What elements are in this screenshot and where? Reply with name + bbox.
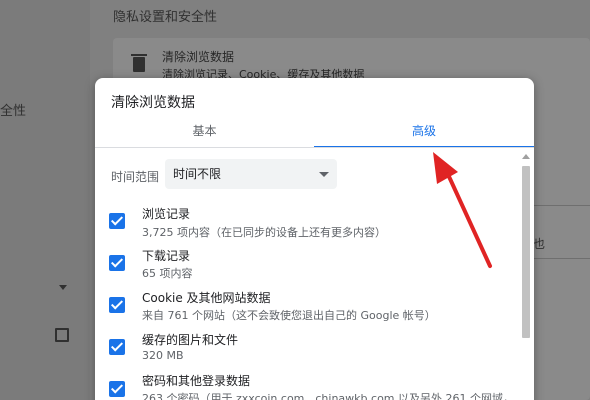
downloads-checkbox[interactable]	[109, 255, 125, 271]
tab-advanced[interactable]: 高级	[314, 118, 534, 148]
background-text-fragment: 也	[533, 237, 546, 251]
dialog-scrollbar[interactable]	[520, 152, 532, 400]
history-checkbox[interactable]	[109, 213, 125, 229]
scroll-up-icon[interactable]	[522, 154, 530, 159]
passwords-checkbox[interactable]	[109, 381, 125, 397]
time-range-value: 时间不限	[173, 167, 222, 181]
divider	[534, 205, 590, 206]
item-name: 缓存的图片和文件	[142, 333, 239, 347]
cookies-checkbox[interactable]	[109, 297, 125, 313]
dialog-tabs: 基本 高级	[95, 118, 534, 148]
item-name: 浏览记录	[142, 207, 191, 221]
item-desc: 65 项内容	[142, 267, 193, 280]
cache-checkbox[interactable]	[109, 339, 125, 355]
chevron-down-icon	[59, 285, 67, 290]
open-external-icon	[55, 328, 69, 342]
divider	[534, 258, 590, 259]
trash-icon	[131, 54, 147, 72]
time-range-select[interactable]: 时间不限	[165, 159, 337, 189]
item-name: 下载记录	[142, 249, 191, 263]
tabs-divider	[95, 147, 534, 148]
time-range-label: 时间范围	[111, 170, 160, 184]
section-title-privacy: 隐私设置和安全性	[113, 10, 218, 25]
clear-browsing-data-dialog: 清除浏览数据 基本 高级 时间范围 时间不限 浏览记录 3,725 项内容（在已…	[95, 78, 534, 400]
item-name: 密码和其他登录数据	[142, 374, 251, 388]
item-desc: 来自 761 个网站（这不会致使您退出自己的 Google 帐号）	[142, 309, 436, 322]
card-item-title: 清除浏览数据	[162, 50, 235, 64]
chevron-down-icon	[319, 172, 329, 177]
dialog-title: 清除浏览数据	[111, 95, 195, 111]
tab-basic[interactable]: 基本	[95, 118, 314, 148]
dialog-content: 时间范围 时间不限 浏览记录 3,725 项内容（在已同步的设备上还有更多内容）…	[95, 150, 534, 400]
sidebar-item-security-label: 全性	[0, 104, 27, 119]
settings-sidebar	[0, 0, 90, 400]
item-desc: 3,725 项内容（在已同步的设备上还有更多内容）	[142, 226, 386, 239]
item-name: Cookie 及其他网站数据	[142, 291, 271, 305]
item-desc: 320 MB	[142, 349, 184, 362]
item-desc: 263 个密码（用于 zxxcoin.com、chinawkb.com 以及另外…	[142, 392, 514, 400]
scrollbar-thumb[interactable]	[522, 166, 530, 338]
